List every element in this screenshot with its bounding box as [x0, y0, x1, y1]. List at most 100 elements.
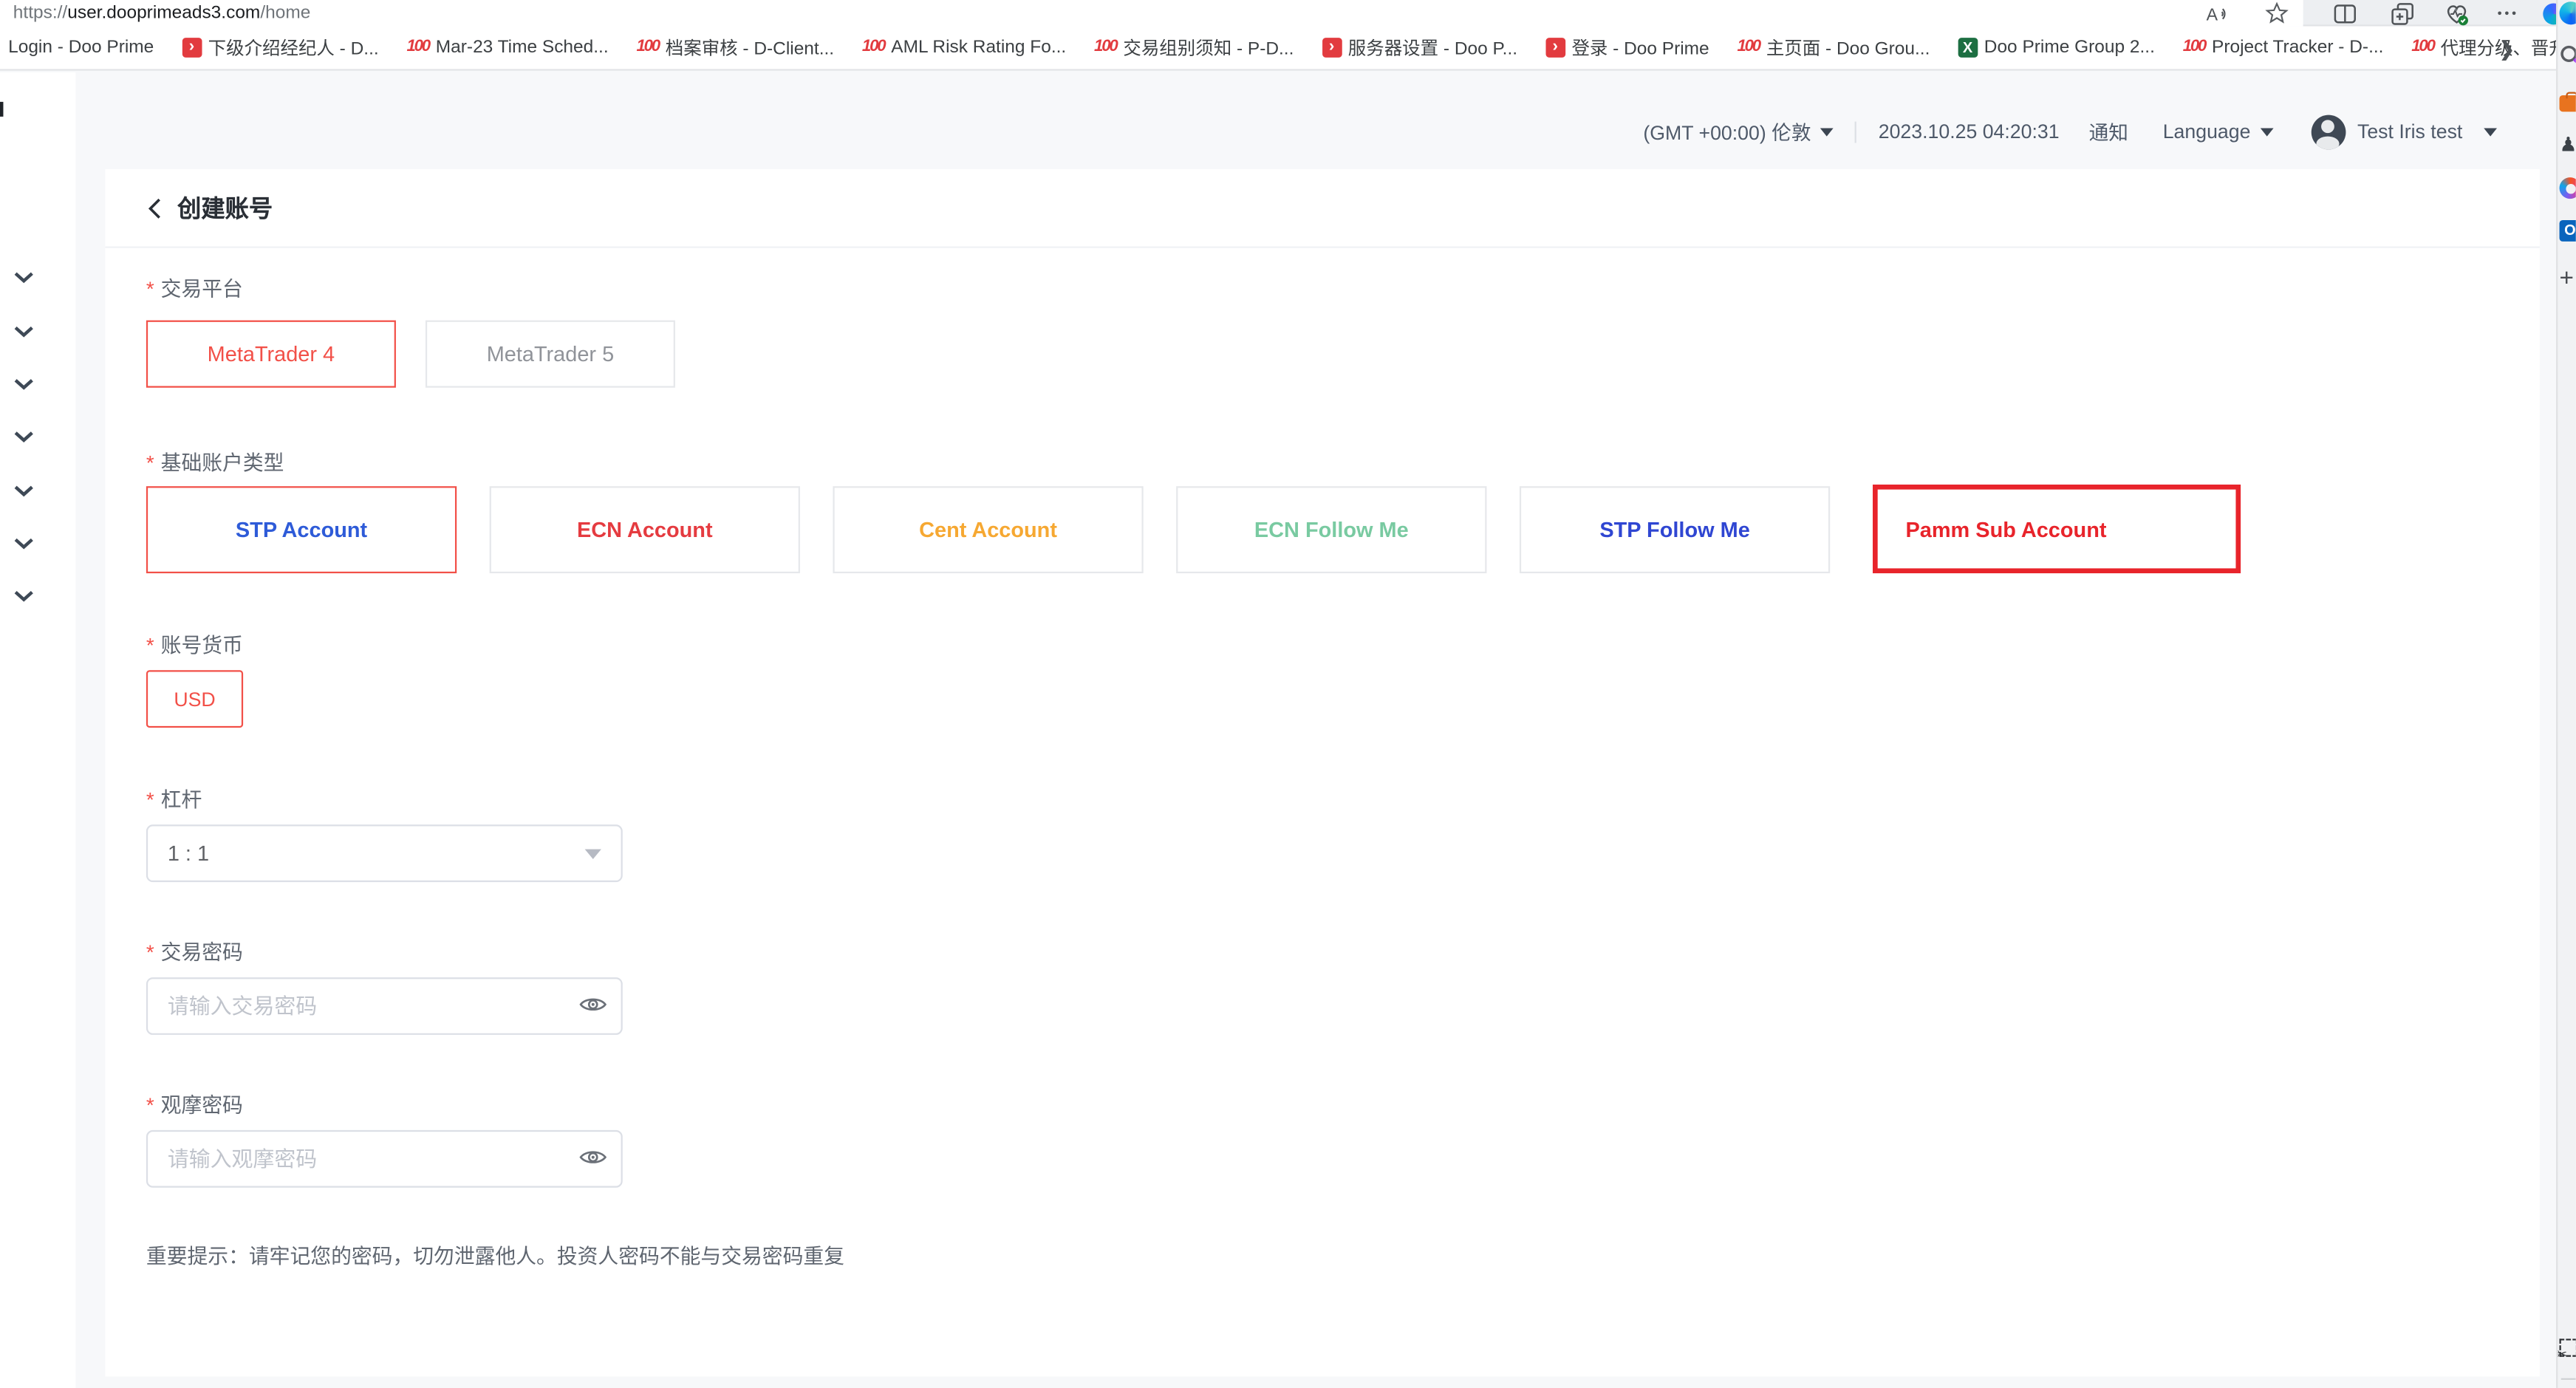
timezone-label: (GMT +00:00) 伦敦 — [1643, 117, 1811, 146]
bookmark-item[interactable]: 100 主页面 - Doo Grou... — [1737, 35, 1930, 61]
leverage-select[interactable]: 1 : 1 — [146, 824, 623, 882]
eye-icon[interactable] — [578, 1146, 608, 1168]
password-notice: 重要提示：请牢记您的密码，切勿泄露他人。投资人密码不能与交易密码重复 — [146, 1239, 844, 1270]
hundred-logo-icon: 100 — [1094, 38, 1116, 58]
account-type-option-stp-account[interactable]: STP Account — [146, 486, 457, 573]
platform-options: MetaTrader 4 MetaTrader 5 — [146, 321, 675, 388]
browser-essentials-icon[interactable] — [2445, 1, 2469, 24]
collections-icon[interactable] — [2390, 1, 2414, 24]
account-type-options: STP Account ECN Account Cent Account ECN Fo… — [146, 486, 2241, 573]
sidebar-collapsed-chevron-icon[interactable] — [13, 529, 35, 542]
hundred-logo-icon: 100 — [636, 38, 658, 58]
username-label: Test Iris test — [2357, 120, 2462, 143]
bookmark-item[interactable]: 100 交易组别须知 - P-D... — [1094, 35, 1294, 61]
bookmark-item[interactable]: 100档案审核 - D-Client... — [636, 35, 834, 61]
doo-logo-icon: › — [1322, 38, 1342, 58]
watch-password-label: *观摩密码 — [146, 1087, 243, 1118]
bookmark-item[interactable]: Login - Doo Prime — [8, 38, 154, 58]
edge-sidebar-divider — [2561, 1378, 2576, 1380]
bookmark-label: 主页面 - Doo Grou... — [1766, 35, 1930, 61]
search-icon[interactable] — [2560, 44, 2576, 71]
bookmark-item[interactable]: 100 Project Tracker - D-... — [2183, 38, 2384, 58]
games-icon[interactable]: ♟ — [2560, 133, 2576, 160]
doo-logo-icon: › — [1545, 38, 1565, 58]
currency-option-usd[interactable]: USD — [146, 670, 243, 728]
eye-icon[interactable] — [578, 994, 608, 1015]
url-text[interactable]: https://user.dooprimeads3.com/home — [13, 0, 311, 27]
split-screen-icon[interactable] — [2333, 1, 2357, 24]
bookmark-label: Project Tracker - D-... — [2212, 38, 2383, 58]
bookmark-item[interactable]: › 服务器设置 - Doo P... — [1322, 35, 1517, 61]
page-title-row: 创建账号 — [146, 191, 273, 225]
bookmark-item[interactable]: ›下级介绍经纪人 - D... — [182, 35, 379, 61]
edge-sidebar: ♟ O + ✂ — [2556, 0, 2576, 1388]
platform-option-mt5[interactable]: MetaTrader 5 — [426, 321, 675, 388]
browser-toolbar: https://user.dooprimeads3.com/home A — [0, 0, 2576, 27]
header-divider — [1856, 120, 1857, 142]
read-aloud-icon[interactable]: A — [2204, 1, 2229, 24]
copilot-icon[interactable] — [2560, 1, 2576, 28]
back-icon[interactable] — [146, 196, 163, 219]
address-bar[interactable]: https://user.dooprimeads3.com/home A — [0, 0, 2303, 27]
bookmark-item[interactable]: 100 AML Risk Rating Fo... — [862, 38, 1066, 58]
account-type-option-ecn-account[interactable]: ECN Account — [490, 486, 800, 573]
svg-text:A: A — [2205, 4, 2217, 23]
screenshot-snip-icon[interactable]: ✂ — [2560, 1336, 2576, 1362]
bookmark-item[interactable]: X Doo Prime Group 2... — [1958, 38, 2155, 58]
bookmark-label: Mar-23 Time Sched... — [436, 38, 609, 58]
watch-password-field-wrap — [146, 1130, 623, 1188]
bookmark-label: Doo Prime Group 2... — [1984, 38, 2155, 58]
language-dropdown[interactable]: Language — [2163, 120, 2274, 143]
timezone-dropdown[interactable]: (GMT +00:00) 伦敦 — [1643, 117, 1834, 146]
account-type-label: *基础账户类型 — [146, 445, 284, 476]
add-icon[interactable]: + — [2560, 266, 2576, 293]
notifications-link[interactable]: 通知 — [2089, 117, 2128, 146]
sidebar-clipped-text — [0, 102, 3, 117]
bookmarks-bar: Login - Doo Prime›下级介绍经纪人 - D...100Mar-2… — [0, 27, 2556, 71]
bookmark-label: 登录 - Doo Prime — [1571, 35, 1709, 61]
hundred-logo-icon: 100 — [2183, 38, 2205, 58]
favorite-star-icon[interactable] — [2264, 1, 2288, 24]
bookmark-label: Login - Doo Prime — [8, 38, 154, 58]
account-type-option-cent-account[interactable]: Cent Account — [833, 486, 1143, 573]
watch-password-input[interactable] — [146, 1130, 623, 1188]
bookmark-label: 下级介绍经纪人 - D... — [208, 35, 379, 61]
create-account-card: 创建账号 *交易平台 MetaTrader 4 MetaTrader 5 *基础账… — [105, 169, 2540, 1376]
toolbox-icon[interactable] — [2560, 90, 2576, 117]
sidebar-collapsed-chevron-icon[interactable] — [13, 263, 35, 276]
sidebar-collapsed-chevron-icon[interactable] — [13, 581, 35, 595]
bookmark-item[interactable]: 100代理分级、晋升、... — [2411, 35, 2556, 61]
hundred-logo-icon: 100 — [2411, 38, 2433, 58]
microsoft-365-icon[interactable] — [2560, 177, 2576, 204]
page-title: 创建账号 — [177, 191, 273, 225]
account-type-option-ecn-follow-me[interactable]: ECN Follow Me — [1176, 486, 1486, 573]
platform-option-mt4[interactable]: MetaTrader 4 — [146, 321, 396, 388]
screen: https://user.dooprimeads3.com/home A Log… — [0, 0, 2576, 1388]
app-page: (GMT +00:00) 伦敦 2023.10.25 04:20:31 通知 L… — [0, 72, 2556, 1388]
hundred-logo-icon: 100 — [862, 38, 884, 58]
bookmark-item[interactable]: 100Mar-23 Time Sched... — [406, 38, 608, 58]
trade-password-input[interactable] — [146, 977, 623, 1035]
bookmark-label: 服务器设置 - Doo P... — [1348, 35, 1517, 61]
settings-more-icon[interactable] — [2494, 1, 2518, 24]
bookmark-label: AML Risk Rating Fo... — [891, 38, 1066, 58]
sidebar-collapsed-chevron-icon[interactable] — [13, 422, 35, 435]
bookmark-label: 交易组别须知 - P-D... — [1123, 35, 1294, 61]
user-menu[interactable]: Test Iris test — [2312, 114, 2497, 149]
outlook-icon[interactable]: O — [2560, 220, 2576, 247]
sidebar-collapsed-chevron-icon[interactable] — [13, 476, 35, 490]
platform-label: *交易平台 — [146, 271, 243, 302]
bookmark-item[interactable]: › 登录 - Doo Prime — [1545, 35, 1709, 61]
select-caret-icon — [585, 849, 601, 858]
hundred-logo-icon: 100 — [1737, 38, 1759, 58]
account-type-option-stp-follow-me[interactable]: STP Follow Me — [1520, 486, 1830, 573]
language-label: Language — [2163, 120, 2251, 143]
sidebar-collapsed-chevron-icon[interactable] — [13, 369, 35, 383]
title-divider — [105, 247, 2540, 248]
leverage-label: *杠杆 — [146, 782, 202, 813]
sidebar-collapsed-chevron-icon[interactable] — [13, 317, 35, 330]
trade-password-field-wrap — [146, 977, 623, 1035]
excel-icon: X — [1958, 38, 1978, 58]
account-type-option-pamm-sub-account[interactable]: Pamm Sub Account — [1873, 485, 2241, 573]
bookmarks-overflow-chevron[interactable]: ❯ — [2498, 27, 2515, 71]
